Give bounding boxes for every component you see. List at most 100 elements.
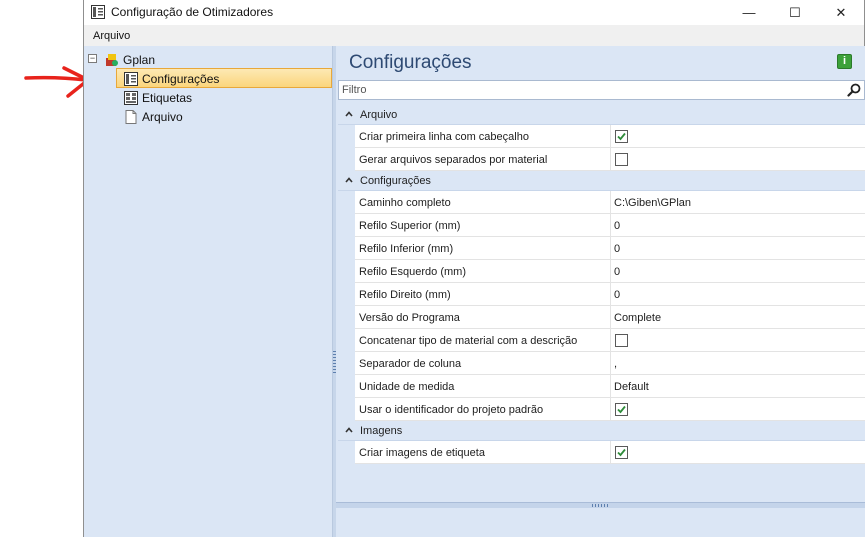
property-row[interactable]: Unidade de medida Default [338,375,865,398]
row-gutter [338,283,355,306]
tree-item-arquivo[interactable]: Arquivo [123,108,183,126]
minimize-button[interactable]: — [726,0,772,25]
column-divider [610,125,611,148]
app-settings-icon [91,5,105,19]
panel-title: Configurações [349,52,472,73]
info-button[interactable]: i [837,54,852,69]
property-name: Caminho completo [359,197,451,209]
window-title: Configuração de Otimizadores [111,5,274,19]
property-row[interactable]: Refilo Direito (mm) 0 [338,283,865,306]
property-name: Refilo Direito (mm) [359,289,451,301]
tree-item-label: Configurações [142,72,220,86]
label-sheet-icon [124,91,138,105]
row-gutter [338,398,355,421]
property-value[interactable]: 0 [614,243,620,255]
row-gutter [338,352,355,375]
property-row[interactable]: Refilo Inferior (mm) 0 [338,237,865,260]
tree-item-configuracoes[interactable]: Configurações [123,70,219,88]
property-name: Refilo Inferior (mm) [359,243,454,255]
property-row[interactable]: Criar primeira linha com cabeçalho [338,125,865,148]
property-name: Refilo Superior (mm) [359,220,461,232]
property-value[interactable]: 0 [614,220,620,232]
checkmark-icon [617,405,626,414]
close-icon: ✕ [835,4,847,20]
column-divider [610,329,611,352]
property-row[interactable]: Criar imagens de etiqueta [338,441,865,464]
tree-item-label: Gplan [123,53,156,67]
property-checkbox[interactable] [615,153,628,166]
property-checkbox[interactable] [615,130,628,143]
column-divider [610,375,611,398]
property-value[interactable]: , [614,358,617,370]
column-divider [610,441,611,464]
chevron-up-icon[interactable] [344,109,354,119]
title-bar: Configuração de Otimizadores — ☐ ✕ [84,0,864,25]
file-icon [125,110,137,124]
row-gutter [338,306,355,329]
chevron-up-icon[interactable] [344,175,354,185]
property-row[interactable]: Separador de coluna, [338,352,865,375]
property-name: Criar primeira linha com cabeçalho [359,131,529,143]
tree-collapse-toggle[interactable]: − [88,54,97,63]
close-button[interactable]: ✕ [818,0,864,25]
property-row[interactable]: Usar o identificador do projeto padrão [338,398,865,421]
property-grid: Arquivo Criar primeira linha com cabeçalh… [338,105,865,464]
property-checkbox[interactable] [615,334,628,347]
property-row[interactable]: Gerar arquivos separados por material [338,148,865,171]
tree-item-gplan[interactable]: Gplan [104,51,155,69]
property-row[interactable]: Caminho completo C:\Giben\GPlan [338,191,865,214]
column-divider [610,148,611,171]
column-divider [610,306,611,329]
property-checkbox[interactable] [615,403,628,416]
category-label: Configurações [360,175,431,187]
column-divider [610,352,611,375]
property-name: Unidade de medida [359,381,455,393]
property-row[interactable]: Refilo Esquerdo (mm) 0 [338,260,865,283]
column-divider [610,191,611,214]
column-divider [610,283,611,306]
row-gutter [338,237,355,260]
property-row[interactable]: Refilo Superior (mm) 0 [338,214,865,237]
row-gutter [338,148,355,171]
minimize-icon: — [742,5,756,20]
property-checkbox[interactable] [615,446,628,459]
row-gutter [338,214,355,237]
tree-item-label: Etiquetas [142,91,193,105]
property-value[interactable]: 0 [614,266,620,278]
chevron-up-icon[interactable] [344,425,354,435]
property-name: Separador de coluna [359,358,462,370]
tree-item-etiquetas[interactable]: Etiquetas [123,89,192,107]
property-value[interactable]: Complete [614,312,661,324]
property-value[interactable]: C:\Giben\GPlan [614,197,691,209]
category-configuracoes[interactable]: Configurações [338,171,865,191]
search-icon[interactable] [847,83,861,97]
property-name: Concatenar tipo de material com a descri… [359,335,578,347]
checkmark-icon [617,132,626,141]
property-value[interactable]: 0 [614,289,620,301]
maximize-button[interactable]: ☐ [772,0,818,25]
category-imagens[interactable]: Imagens [338,421,865,441]
settings-panel-icon [124,72,138,86]
app-window: Configuração de Otimizadores — ☐ ✕ Arqui… [83,0,865,537]
property-name: Refilo Esquerdo (mm) [359,266,466,278]
property-name: Usar o identificador do projeto padrão [359,404,544,416]
row-gutter [338,329,355,352]
row-gutter [338,125,355,148]
property-row[interactable]: Concatenar tipo de material com a descri… [338,329,865,352]
category-arquivo[interactable]: Arquivo [338,105,865,125]
checkmark-icon [617,448,626,457]
menu-arquivo[interactable]: Arquivo [93,30,130,42]
property-panel: Configurações i Arquivo Criar primeira li… [336,46,865,537]
info-icon: i [842,55,847,67]
panel-header: Configurações i [336,46,865,78]
filter-input[interactable] [342,82,822,98]
column-divider [610,260,611,283]
tree-item-label: Arquivo [142,110,183,124]
gplan-app-icon [106,54,118,66]
property-row[interactable]: Versão do Programa Complete [338,306,865,329]
property-value[interactable]: Default [614,381,649,393]
column-divider [610,237,611,260]
navigation-tree: − Gplan Configurações Etiquetas Arquivo [84,46,333,537]
property-name: Criar imagens de etiqueta [359,447,485,459]
category-label: Arquivo [360,109,398,121]
